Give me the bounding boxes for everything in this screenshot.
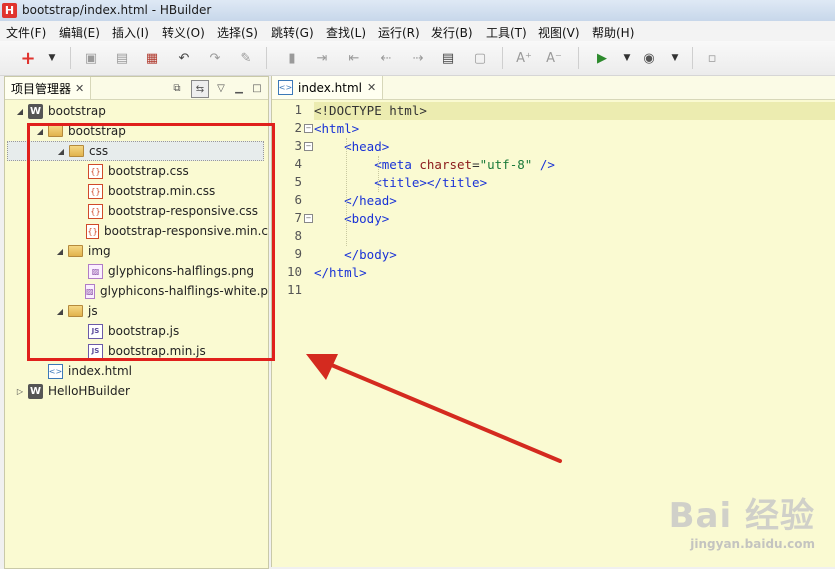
baidu-jingyan-watermark: Bai 经验 jingyan.baidu.com xyxy=(669,488,815,551)
watermark-logo: Bai 经验 xyxy=(668,496,815,536)
watermark-url: jingyan.baidu.com xyxy=(690,537,815,551)
annotation-arrow xyxy=(306,354,562,463)
